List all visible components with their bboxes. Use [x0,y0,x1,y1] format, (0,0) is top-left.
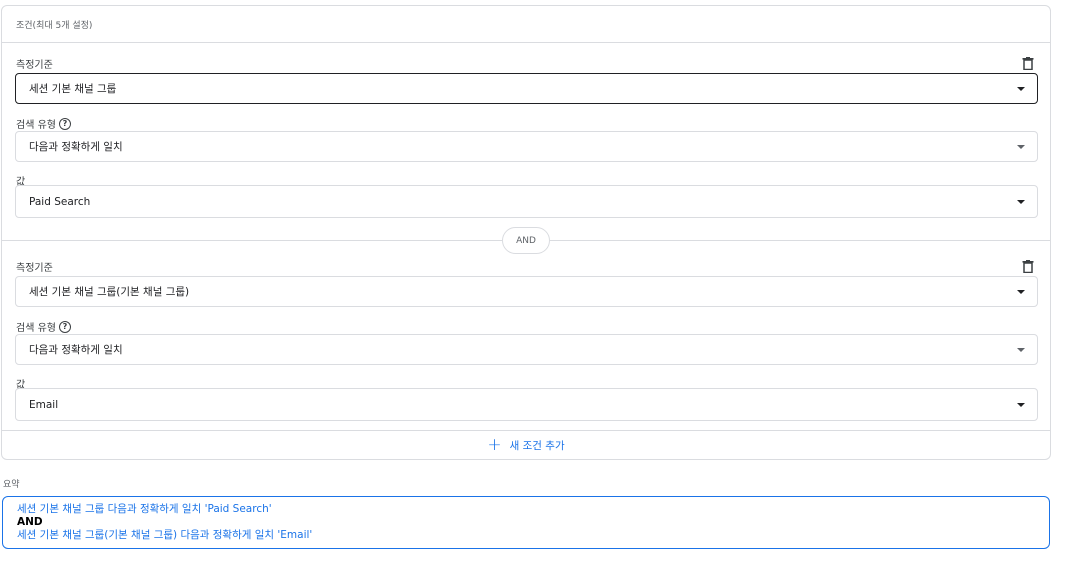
match-type-label: 검색 유형 ? [16,116,71,131]
dimension-label: 측정기준 [16,263,53,274]
delete-condition-1-icon[interactable] [1022,57,1034,70]
add-condition-button[interactable]: + 새 조건 추가 [2,430,1050,460]
summary-label: 요약 [3,480,20,490]
dropdown-caret-icon [1017,144,1025,149]
match-type-select-1[interactable]: 다음과 정확하게 일치 [15,131,1038,162]
match-type-select-2[interactable]: 다음과 정확하게 일치 [15,334,1038,365]
dropdown-caret-icon [1017,347,1025,352]
summary-line-2: 세션 기본 채널 그룹(기본 채널 그룹) 다음과 정확하게 일치 'Email… [17,529,313,541]
conditions-title: 조건(최대 5개 설정) [16,20,93,31]
summary-line-1: 세션 기본 채널 그룹 다음과 정확하게 일치 'Paid Search' [17,503,272,515]
delete-condition-2-icon[interactable] [1022,260,1034,273]
help-icon[interactable]: ? [58,117,71,130]
dropdown-caret-icon [1017,289,1025,294]
conditions-header: 조건(최대 5개 설정) [2,6,1050,43]
dropdown-caret-icon [1017,199,1025,204]
value-select-2[interactable]: Email [15,388,1038,421]
summary-and: AND [17,516,43,528]
plus-icon: + [487,435,502,455]
and-operator-badge: AND [502,227,550,254]
dimension-select-1[interactable]: 세션 기본 채널 그룹 [15,73,1038,104]
dimension-label: 측정기준 [16,60,53,71]
dimension-select-2[interactable]: 세션 기본 채널 그룹(기본 채널 그룹) [15,276,1038,307]
summary-box: 세션 기본 채널 그룹 다음과 정확하게 일치 'Paid Search' AN… [2,496,1050,549]
conditions-card: 조건(최대 5개 설정) 측정기준 세션 기본 채널 그룹 검색 유형 ? 다음… [1,5,1051,460]
match-type-label: 검색 유형 ? [16,319,71,334]
dropdown-caret-icon [1017,402,1025,407]
add-condition-label: 새 조건 추가 [509,440,565,452]
value-select-1[interactable]: Paid Search [15,185,1038,218]
help-icon[interactable]: ? [58,320,71,333]
dropdown-caret-icon [1017,86,1025,91]
